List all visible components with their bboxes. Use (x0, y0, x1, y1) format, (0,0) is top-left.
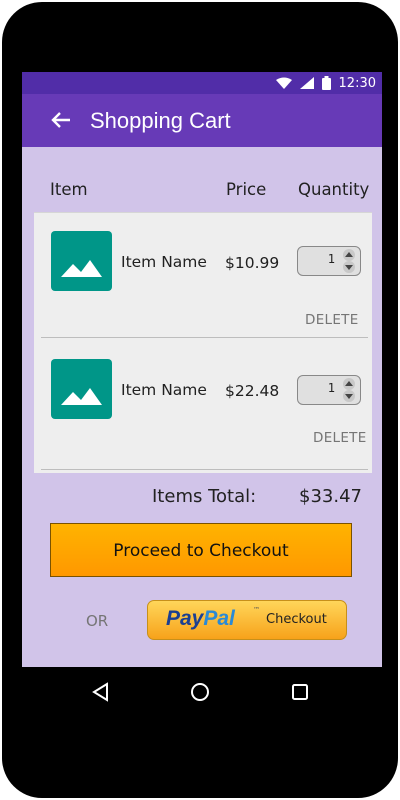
phone-frame: 12:30 Shopping Cart Item Price Quantity (2, 2, 398, 798)
item-price: $10.99 (225, 254, 280, 272)
row-divider (41, 337, 368, 338)
spinner-arrows-icon[interactable] (341, 249, 357, 273)
app-bar: Shopping Cart (22, 94, 382, 147)
signal-icon (299, 77, 314, 89)
quantity-value: 1 (327, 252, 335, 266)
wifi-icon (275, 77, 292, 89)
items-total-value: $33.47 (299, 486, 362, 507)
item-price: $22.48 (225, 382, 280, 400)
items-total-label: Items Total: (152, 486, 257, 507)
battery-icon (321, 76, 331, 90)
status-bar: 12:30 (22, 72, 382, 94)
or-separator: OR (86, 612, 109, 630)
cart-item-row: Item Name $22.48 1 DELETE (34, 341, 372, 469)
item-name: Item Name (121, 253, 207, 271)
screen: 12:30 Shopping Cart Item Price Quantity (22, 72, 382, 667)
proceed-to-checkout-button[interactable]: Proceed to Checkout (50, 523, 352, 577)
column-header-price: Price (226, 180, 267, 199)
status-time: 12:30 (338, 75, 376, 91)
spinner-arrows-icon[interactable] (341, 378, 357, 402)
nav-recents-square-icon[interactable] (289, 681, 311, 703)
status-icons: 12:30 (275, 72, 376, 94)
cart-item-row: Item Name $10.99 1 DELETE (34, 213, 372, 341)
row-divider (41, 469, 368, 470)
column-header-item: Item (50, 180, 88, 199)
delete-button[interactable]: DELETE (313, 429, 367, 447)
image-placeholder-icon (51, 359, 112, 419)
cart-list: Item Name $10.99 1 DELETE Item Name $22.… (34, 212, 372, 473)
column-header-quantity: Quantity (298, 180, 370, 199)
quantity-stepper[interactable]: 1 (297, 246, 361, 276)
image-placeholder-icon (51, 231, 112, 291)
quantity-stepper[interactable]: 1 (297, 375, 361, 405)
paypal-checkout-button[interactable]: PayPal ™ Checkout (147, 600, 347, 640)
paypal-logo: PayPal (166, 607, 235, 630)
nav-back-triangle-icon[interactable] (90, 681, 112, 703)
page-title: Shopping Cart (90, 108, 231, 133)
delete-button[interactable]: DELETE (305, 311, 359, 329)
paypal-checkout-label: Checkout (266, 612, 327, 627)
nav-home-circle-icon[interactable] (189, 681, 211, 703)
arrow-left-icon[interactable] (50, 106, 74, 132)
item-name: Item Name (121, 381, 207, 399)
quantity-value: 1 (327, 381, 335, 395)
paypal-trademark: ™ (253, 606, 260, 614)
navigation-bar (22, 667, 382, 715)
